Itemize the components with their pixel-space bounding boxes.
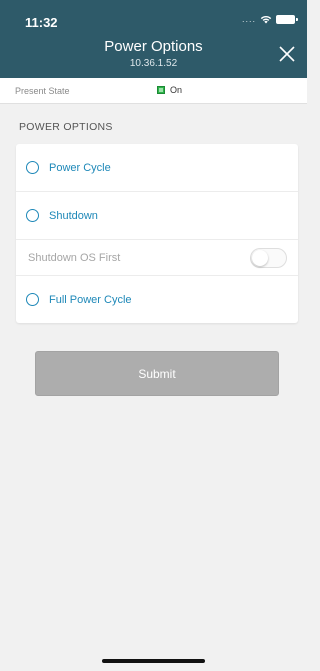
present-state-label: Present State	[15, 86, 70, 96]
present-state-text: On	[170, 85, 183, 95]
option-label: Shutdown	[49, 209, 98, 222]
present-state-bar: Present State On	[0, 78, 307, 104]
battery-icon	[276, 14, 298, 24]
app-header: 11:32 .... Power Options 10.36.1.52	[0, 0, 307, 78]
option-shutdown-os-first: Shutdown OS First	[16, 240, 298, 276]
status-icons: ....	[241, 14, 298, 24]
option-label: Shutdown OS First	[28, 251, 121, 264]
option-shutdown[interactable]: Shutdown	[16, 192, 298, 240]
radio-icon[interactable]	[26, 293, 39, 306]
shutdown-os-first-toggle[interactable]	[250, 247, 287, 268]
power-options-card: Power Cycle Shutdown Shutdown OS First F…	[16, 144, 298, 323]
submit-button[interactable]: Submit	[35, 351, 279, 396]
radio-icon[interactable]	[26, 209, 39, 222]
option-label: Full Power Cycle	[49, 293, 132, 306]
present-state-value: On	[157, 85, 182, 95]
option-label: Power Cycle	[49, 161, 111, 174]
page-title: Power Options	[104, 38, 203, 55]
signal-icon: ....	[241, 14, 256, 24]
status-time: 11:32	[25, 15, 58, 30]
section-title: POWER OPTIONS	[19, 121, 113, 133]
toggle-knob	[252, 249, 268, 266]
close-icon[interactable]	[278, 45, 296, 63]
home-indicator[interactable]	[102, 659, 205, 663]
page-subtitle: 10.36.1.52	[129, 58, 178, 69]
wifi-icon	[260, 15, 272, 23]
option-power-cycle[interactable]: Power Cycle	[16, 144, 298, 192]
radio-icon[interactable]	[26, 161, 39, 174]
option-full-power-cycle[interactable]: Full Power Cycle	[16, 276, 298, 323]
status-indicator-icon	[157, 86, 165, 94]
